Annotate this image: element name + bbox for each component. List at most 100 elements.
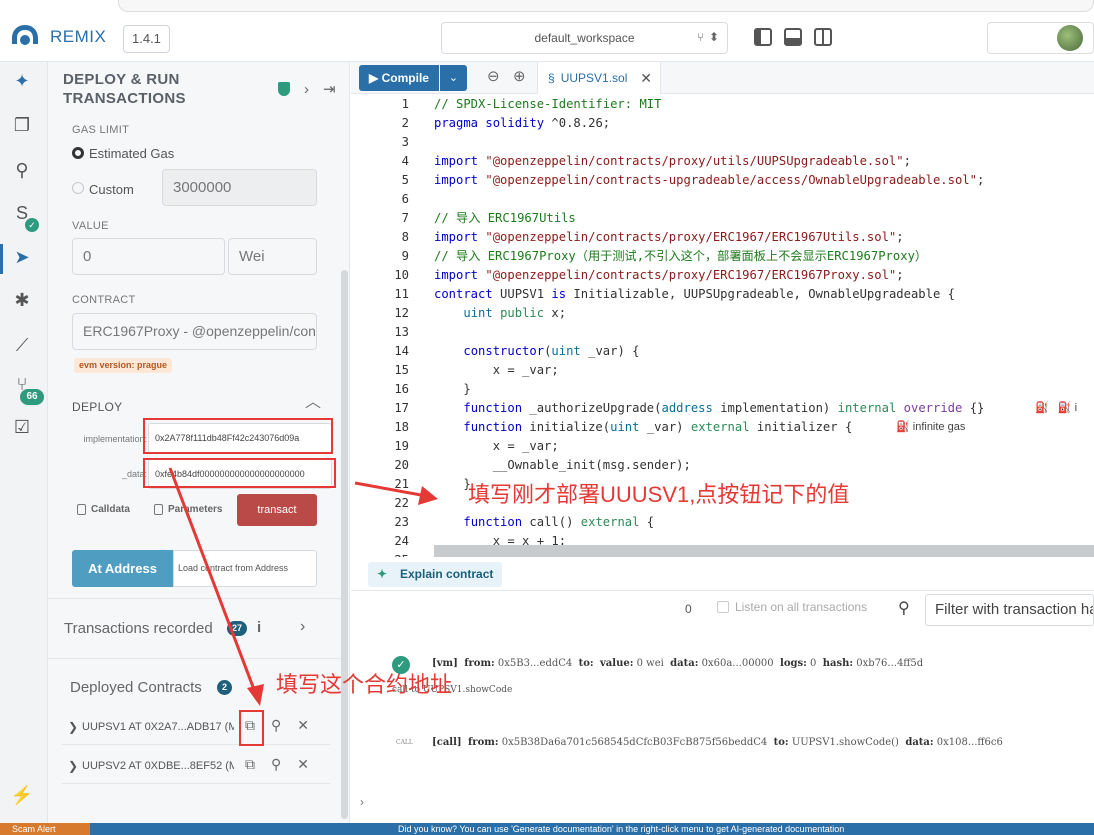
line-number: 16 bbox=[394, 382, 409, 396]
code-line[interactable]: 16 } bbox=[351, 380, 1094, 399]
deploy-section-title: DEPLOY bbox=[72, 400, 123, 414]
avatar[interactable] bbox=[1057, 25, 1083, 51]
at-address-button[interactable]: At Address bbox=[72, 550, 173, 587]
compile-button[interactable]: ▶ Compile bbox=[359, 65, 439, 91]
collapse-panel-icon[interactable]: ⇥ bbox=[323, 80, 336, 98]
pin-icon[interactable]: ⚲ bbox=[271, 756, 281, 773]
contract-label: CONTRACT bbox=[72, 294, 136, 306]
close-icon[interactable]: ✕ bbox=[640, 70, 652, 87]
debugger-icon[interactable]: ✱ bbox=[10, 288, 34, 312]
code-line[interactable]: 19 x = _var; bbox=[351, 437, 1094, 456]
copy-address-icon[interactable]: ⧉ bbox=[245, 756, 255, 773]
load-contract-input[interactable]: Load contract from Address bbox=[173, 550, 317, 587]
line-number: 11 bbox=[394, 287, 409, 301]
toggle-left-panel-icon[interactable] bbox=[754, 28, 772, 46]
implementation-param-label: implementation: bbox=[83, 434, 147, 444]
log-key: data: bbox=[670, 658, 699, 669]
tests-icon[interactable]: ☑ bbox=[10, 415, 34, 439]
log-entry-vm[interactable]: [vm] from: 0x5B3...eddC4 to: value: 0 we… bbox=[432, 658, 923, 669]
transact-button[interactable]: transact bbox=[237, 494, 317, 526]
listen-all-checkbox[interactable]: Listen on all transactions bbox=[717, 600, 867, 614]
code-line[interactable]: 2 pragma solidity ^0.8.26; bbox=[351, 114, 1094, 133]
line-number: 4 bbox=[401, 154, 409, 168]
workspace-selector[interactable]: default_workspace ⑂ ⬍ bbox=[441, 22, 728, 54]
checkbox-icon[interactable] bbox=[717, 601, 729, 613]
code-line[interactable]: 7 // 导入 ERC1967Utils bbox=[351, 209, 1094, 228]
analytics-icon[interactable]: ⟋ bbox=[10, 333, 34, 357]
tab-uupsv1[interactable]: § UUPSV1.sol ✕ bbox=[537, 62, 661, 94]
code-line[interactable]: 5 import "@openzeppelin/contracts-upgrade… bbox=[351, 171, 1094, 190]
code-line[interactable]: 20 __Ownable_init(msg.sender); bbox=[351, 456, 1094, 475]
code-line[interactable]: 15 x = _var; bbox=[351, 361, 1094, 380]
toggle-bottom-panel-icon[interactable] bbox=[784, 28, 802, 46]
value-unit-select[interactable]: Wei bbox=[228, 238, 317, 275]
chevron-right-icon[interactable]: › bbox=[304, 81, 309, 98]
panel-title: DEPLOY & RUN TRANSACTIONS bbox=[63, 70, 186, 108]
search-icon[interactable]: ⚲ bbox=[10, 158, 34, 182]
compile-dropdown-icon[interactable]: ⌄ bbox=[440, 65, 467, 91]
code-line[interactable]: 18 function initialize(uint _var) extern… bbox=[351, 418, 1094, 437]
layout-toggles bbox=[754, 28, 832, 46]
code-line[interactable]: 10 import "@openzeppelin/contracts/proxy/… bbox=[351, 266, 1094, 285]
chevron-right-icon[interactable]: ❯ bbox=[68, 759, 78, 773]
remix-ai-icon[interactable]: ✦ bbox=[10, 69, 34, 93]
editor-horizontal-scrollbar[interactable] bbox=[434, 545, 1094, 557]
custom-gas-radio[interactable] bbox=[72, 182, 84, 194]
code-line[interactable]: 14 constructor(uint _var) { bbox=[351, 342, 1094, 361]
search-icon[interactable]: ⚲ bbox=[898, 598, 910, 618]
line-number: 12 bbox=[394, 306, 409, 320]
code-line[interactable]: 12 uint public x; bbox=[351, 304, 1094, 323]
code-line[interactable]: 17 function _authorizeUpgrade(address im… bbox=[351, 399, 1094, 418]
code-text: import "@openzeppelin/contracts-upgradea… bbox=[434, 173, 985, 187]
remix-logo[interactable]: REMIX bbox=[8, 22, 106, 52]
value-input[interactable]: 0 bbox=[72, 238, 225, 275]
code-line[interactable]: 6 bbox=[351, 190, 1094, 209]
code-line[interactable]: 4 import "@openzeppelin/contracts/proxy/u… bbox=[351, 152, 1094, 171]
annotation-box-copy bbox=[239, 710, 264, 746]
code-line[interactable]: 3 bbox=[351, 133, 1094, 152]
annotation-text-fill-value: 填写刚才部署UUUSV1,点按钮记下的值 bbox=[468, 482, 850, 507]
contract-select[interactable]: ERC1967Proxy - @openzeppelin/con bbox=[72, 313, 317, 350]
info-icon[interactable]: i bbox=[257, 619, 261, 636]
filter-input[interactable]: Filter with transaction hash or address bbox=[925, 594, 1094, 626]
code-line[interactable]: 8 import "@openzeppelin/contracts/proxy/E… bbox=[351, 228, 1094, 247]
chevron-right-icon[interactable]: ❯ bbox=[68, 720, 78, 734]
code-line[interactable]: 13 bbox=[351, 323, 1094, 342]
dropdown-arrows-icon[interactable]: ⬍ bbox=[709, 30, 719, 44]
code-line[interactable]: 1 // SPDX-License-Identifier: MIT bbox=[351, 95, 1094, 114]
git-branch-icon[interactable]: ⑂ bbox=[697, 30, 704, 44]
shield-icon bbox=[278, 82, 290, 96]
transactions-recorded-label[interactable]: Transactions recorded bbox=[64, 620, 213, 637]
estimated-gas-radio[interactable] bbox=[72, 147, 84, 159]
line-number: 5 bbox=[401, 173, 409, 187]
line-number: 18 bbox=[394, 420, 409, 434]
gas-limit-input[interactable]: 3000000 bbox=[162, 169, 317, 206]
line-number: 15 bbox=[394, 363, 409, 377]
explain-contract-button[interactable]: ✦ Explain contract bbox=[368, 562, 502, 587]
gas-estimate-hint: ⛽ infinite gas bbox=[896, 421, 966, 433]
deployed-contract-name: UUPSV2 AT 0XDBE...8EF52 (MEMORY) bbox=[82, 760, 234, 772]
pin-icon[interactable]: ⚲ bbox=[271, 717, 281, 734]
parameters-button[interactable]: Parameters bbox=[154, 504, 222, 515]
close-icon[interactable]: ✕ bbox=[297, 717, 309, 734]
code-line[interactable]: 9 // 导入 ERC1967Proxy（用于测试,不引入这个，部署面板上不会显示… bbox=[351, 247, 1094, 266]
deployed-contract-row[interactable]: ❯ UUPSV1 AT 0X2A7...ADB17 (MEMORY) ⧉ ⚲ ✕ bbox=[62, 711, 330, 745]
log-entry-call[interactable]: [call] from: 0x5B38Da6a701c568545dCfcB03… bbox=[432, 737, 1003, 748]
chevron-right-icon[interactable]: › bbox=[300, 618, 305, 636]
deployed-contract-row[interactable]: ❯ UUPSV2 AT 0XDBE...8EF52 (MEMORY) ⧉ ⚲ ✕ bbox=[62, 750, 330, 784]
deploy-run-icon[interactable]: ➤ bbox=[10, 245, 34, 269]
panel-scrollbar[interactable] bbox=[341, 270, 348, 819]
close-icon[interactable]: ✕ bbox=[297, 756, 309, 773]
toggle-right-panel-icon[interactable] bbox=[814, 28, 832, 46]
zoom-out-icon[interactable]: ⊖ bbox=[487, 67, 500, 85]
code-text: import "@openzeppelin/contracts/proxy/ut… bbox=[434, 154, 911, 168]
plugin-manager-icon[interactable]: ⚡ bbox=[10, 783, 34, 807]
evm-version-badge: evm version: prague bbox=[74, 358, 173, 373]
scam-alert[interactable]: Scam Alert bbox=[0, 823, 90, 835]
calldata-button[interactable]: Calldata bbox=[77, 504, 130, 515]
code-line[interactable]: 23 function call() external { bbox=[351, 513, 1094, 532]
code-line[interactable]: 11 contract UUPSV1 is Initializable, UUPS… bbox=[351, 285, 1094, 304]
chevron-up-icon[interactable]: ︿ bbox=[305, 388, 321, 412]
file-explorer-icon[interactable]: ❐ bbox=[10, 113, 34, 137]
zoom-in-icon[interactable]: ⊕ bbox=[513, 67, 526, 85]
